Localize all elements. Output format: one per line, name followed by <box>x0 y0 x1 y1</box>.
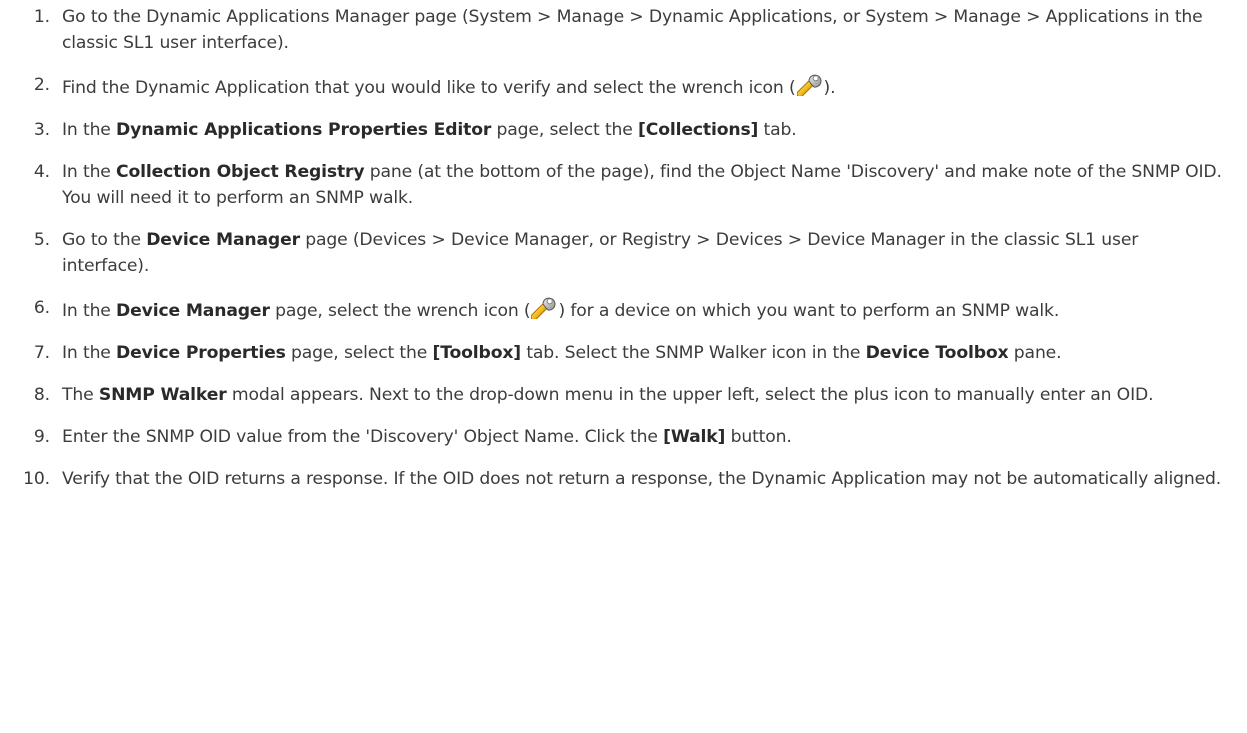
step-text-run: Verify that the OID returns a response. … <box>62 469 1222 489</box>
ui-term: SNMP Walker <box>98 385 227 405</box>
step-number: 1. <box>33 7 50 27</box>
step-text-run: In the <box>62 301 117 321</box>
step-text-run: button. <box>725 427 792 447</box>
step-item: 2. Find the Dynamic Application that you … <box>0 72 1227 101</box>
step-text-run: ). <box>823 78 836 98</box>
step-text-run: page, select the wrench icon ( <box>269 301 531 321</box>
step-item: 1. Go to the Dynamic Applications Manager… <box>0 4 1227 56</box>
step-text: In the Device Manager page, select the w… <box>62 297 1060 321</box>
ui-term: [Toolbox] <box>432 343 522 363</box>
step-text: Go to the Device Manager page (Devices >… <box>62 230 1138 276</box>
step-text-run: page, select the <box>285 343 433 363</box>
step-text: Go to the Dynamic Applications Manager p… <box>62 7 1203 53</box>
step-text: The SNMP Walker modal appears. Next to t… <box>62 385 1154 405</box>
step-text: Find the Dynamic Application that you wo… <box>62 74 836 98</box>
step-text-run: modal appears. Next to the drop-down men… <box>226 385 1154 405</box>
step-number: 6. <box>33 298 50 318</box>
step-text-run: Go to the <box>62 230 147 250</box>
step-number: 7. <box>33 343 50 363</box>
step-text-run: page, select the <box>491 120 639 140</box>
ui-term: Device Manager <box>146 230 300 250</box>
step-text-run: tab. <box>758 120 797 140</box>
step-number: 4. <box>33 162 50 182</box>
ui-term: Device Manager <box>116 301 270 321</box>
step-item: 4. In the Collection Object Registry pane… <box>0 159 1227 211</box>
step-item: 9. Enter the SNMP OID value from the 'Dis… <box>0 424 1227 450</box>
step-item: 6. In the Device Manager page, select the… <box>0 295 1227 324</box>
step-item: 7. In the Device Properties page, select … <box>0 340 1227 366</box>
step-number: 3. <box>33 120 50 140</box>
step-text-run: ) for a device on which you want to perf… <box>558 301 1060 321</box>
step-text: In the Device Properties page, select th… <box>62 343 1062 363</box>
step-text-run: tab. Select the SNMP Walker icon in the <box>521 343 866 363</box>
step-number: 2. <box>33 75 50 95</box>
step-item: 5. Go to the Device Manager page (Devices… <box>0 227 1227 279</box>
step-text-run: Enter the SNMP OID value from the 'Disco… <box>62 427 664 447</box>
ui-term: [Walk] <box>663 427 726 447</box>
step-text-run: In the <box>62 162 117 182</box>
step-text: Verify that the OID returns a response. … <box>62 469 1221 489</box>
ui-term: Collection Object Registry <box>116 162 365 182</box>
step-number: 5. <box>33 230 50 250</box>
step-item: 10. Verify that the OID returns a respons… <box>0 466 1227 492</box>
step-text-run: In the <box>62 120 117 140</box>
ui-term: Device Toolbox <box>865 343 1009 363</box>
procedure-steps-list: 1. Go to the Dynamic Applications Manager… <box>0 4 1227 492</box>
procedure-document: 1. Go to the Dynamic Applications Manager… <box>0 0 1247 492</box>
step-text: In the Collection Object Registry pane (… <box>62 162 1222 208</box>
step-number: 8. <box>33 385 50 405</box>
step-number: 9. <box>33 427 50 447</box>
step-item: 3. In the Dynamic Applications Properties… <box>0 117 1227 143</box>
step-text-run: In the <box>62 343 117 363</box>
step-number: 10. <box>23 469 50 489</box>
step-text-run: pane. <box>1008 343 1062 363</box>
step-item: 8. The SNMP Walker modal appears. Next to… <box>0 382 1227 408</box>
wrench-icon <box>796 72 823 98</box>
step-text-run: The <box>62 385 99 405</box>
ui-term: Dynamic Applications Properties Editor <box>116 120 492 140</box>
ui-term: [Collections] <box>638 120 759 140</box>
step-text: In the Dynamic Applications Properties E… <box>62 120 797 140</box>
ui-term: Device Properties <box>116 343 286 363</box>
step-text: Enter the SNMP OID value from the 'Disco… <box>62 427 792 447</box>
step-text-run: Go to the Dynamic Applications Manager p… <box>62 7 1203 53</box>
wrench-icon <box>530 295 557 321</box>
step-text-run: Find the Dynamic Application that you wo… <box>62 78 796 98</box>
